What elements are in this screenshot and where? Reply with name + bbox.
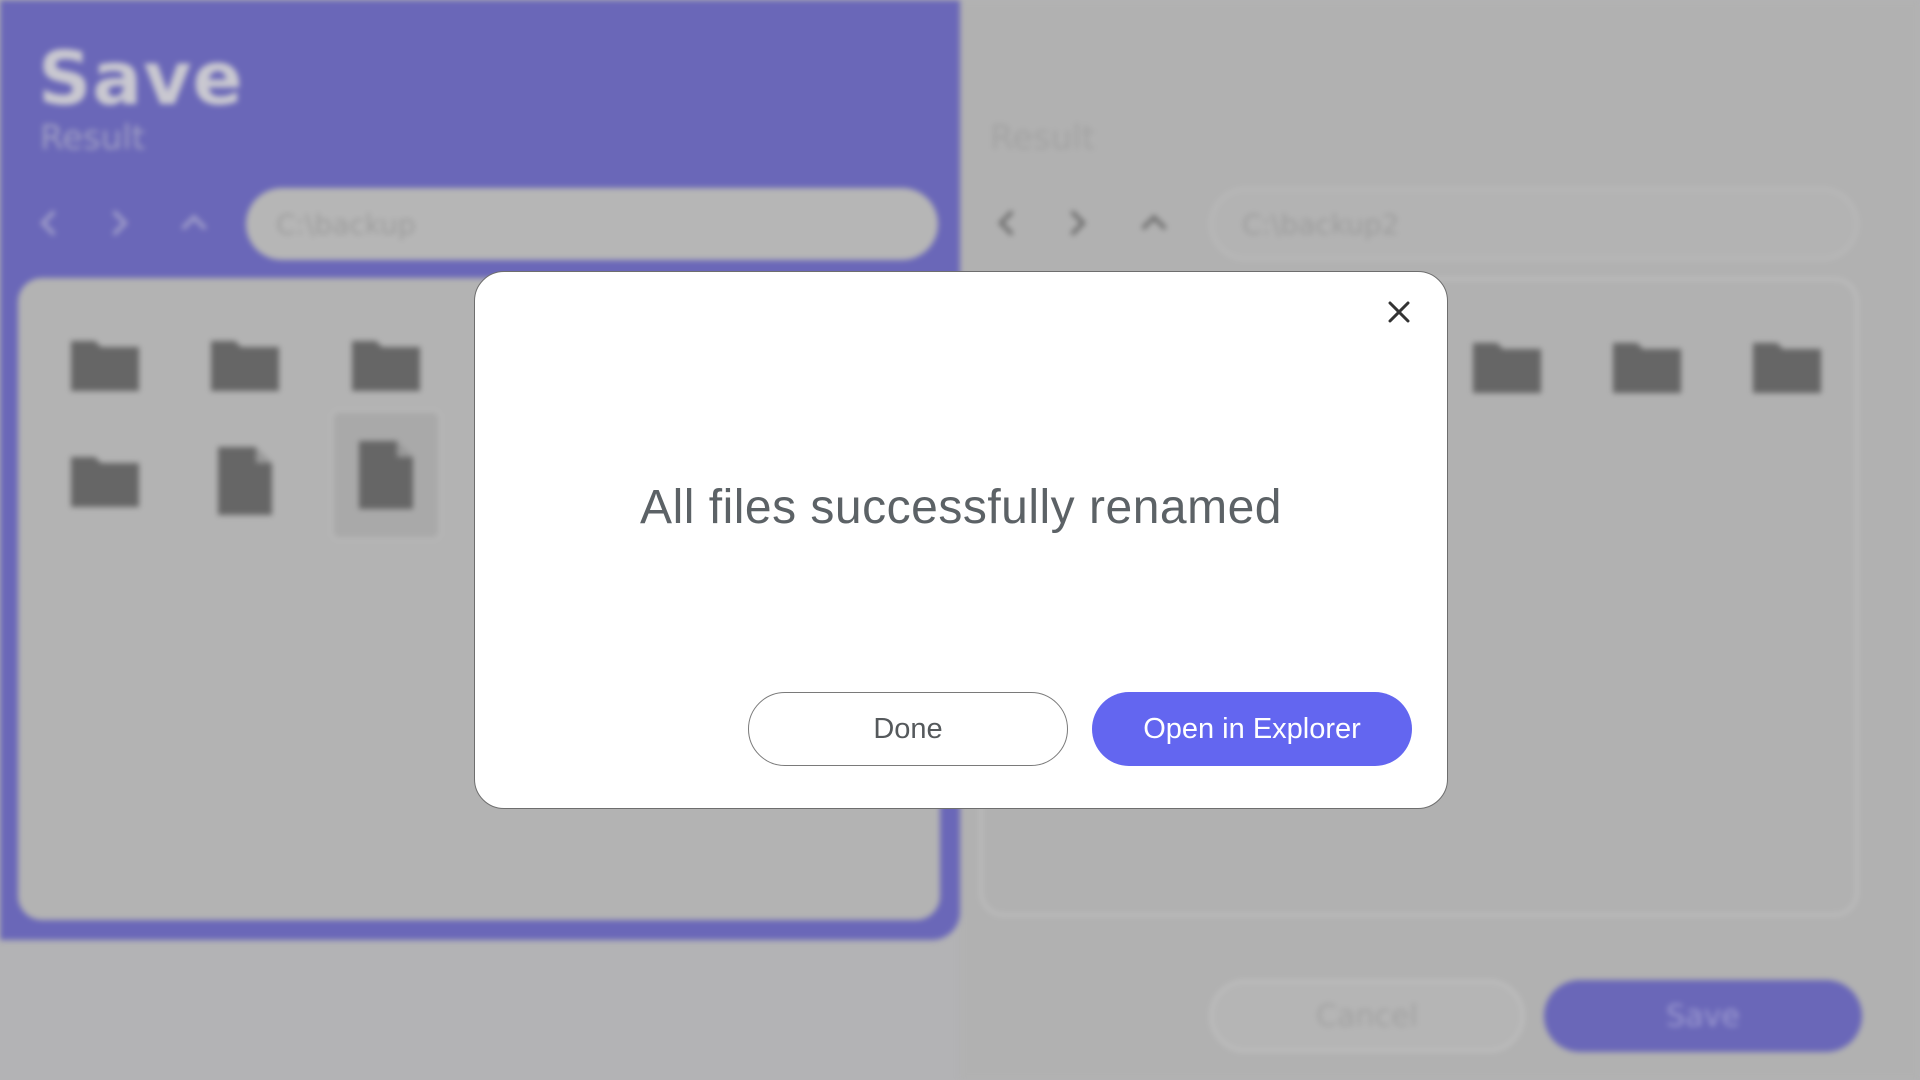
- folder-item[interactable]: [190, 310, 300, 420]
- close-icon: [1388, 301, 1410, 323]
- folder-item[interactable]: [1732, 312, 1842, 422]
- file-icon: [359, 441, 413, 509]
- save-button[interactable]: Save: [1544, 980, 1862, 1052]
- back-button[interactable]: [30, 203, 70, 243]
- chevron-up-icon: [181, 214, 207, 231]
- chevron-left-icon: [997, 210, 1014, 236]
- folder-item[interactable]: [1452, 312, 1562, 422]
- folder-icon: [1473, 343, 1541, 393]
- right-path-input[interactable]: C:\backup2: [1210, 188, 1858, 260]
- folder-item[interactable]: [50, 426, 160, 536]
- file-item[interactable]: [190, 426, 300, 536]
- chevron-right-icon: [1070, 210, 1087, 236]
- folder-icon: [71, 341, 139, 391]
- folder-icon: [71, 457, 139, 507]
- chevron-right-icon: [112, 210, 129, 236]
- dialog-message: All files successfully renamed: [640, 481, 1282, 534]
- file-icon: [218, 447, 272, 515]
- folder-icon: [211, 341, 279, 391]
- folder-item[interactable]: [50, 310, 160, 420]
- success-dialog: All files successfully renamed Done Open…: [474, 271, 1448, 809]
- folder-icon: [1753, 343, 1821, 393]
- close-button[interactable]: [1377, 290, 1421, 334]
- chevron-left-icon: [39, 210, 56, 236]
- file-item-selected[interactable]: [331, 410, 441, 540]
- folder-icon: [352, 341, 420, 391]
- forward-button[interactable]: [98, 203, 138, 243]
- back-button[interactable]: [988, 203, 1028, 243]
- open-in-explorer-button[interactable]: Open in Explorer: [1092, 692, 1412, 766]
- left-pane-subtitle: Result: [40, 118, 146, 158]
- left-path-input[interactable]: C:\backup: [246, 188, 938, 260]
- folder-item[interactable]: [331, 310, 441, 420]
- folder-icon: [1613, 343, 1681, 393]
- screen: Save Result C:\backup Result C:\backup2 …: [0, 0, 1920, 1080]
- cancel-button[interactable]: Cancel: [1210, 980, 1524, 1052]
- app-title: Save: [38, 36, 244, 122]
- chevron-up-icon: [1141, 214, 1167, 231]
- right-pane-subtitle: Result: [990, 118, 1096, 158]
- forward-button[interactable]: [1056, 203, 1096, 243]
- up-button[interactable]: [1134, 203, 1174, 243]
- folder-item[interactable]: [1592, 312, 1702, 422]
- up-button[interactable]: [174, 203, 214, 243]
- done-button[interactable]: Done: [748, 692, 1068, 766]
